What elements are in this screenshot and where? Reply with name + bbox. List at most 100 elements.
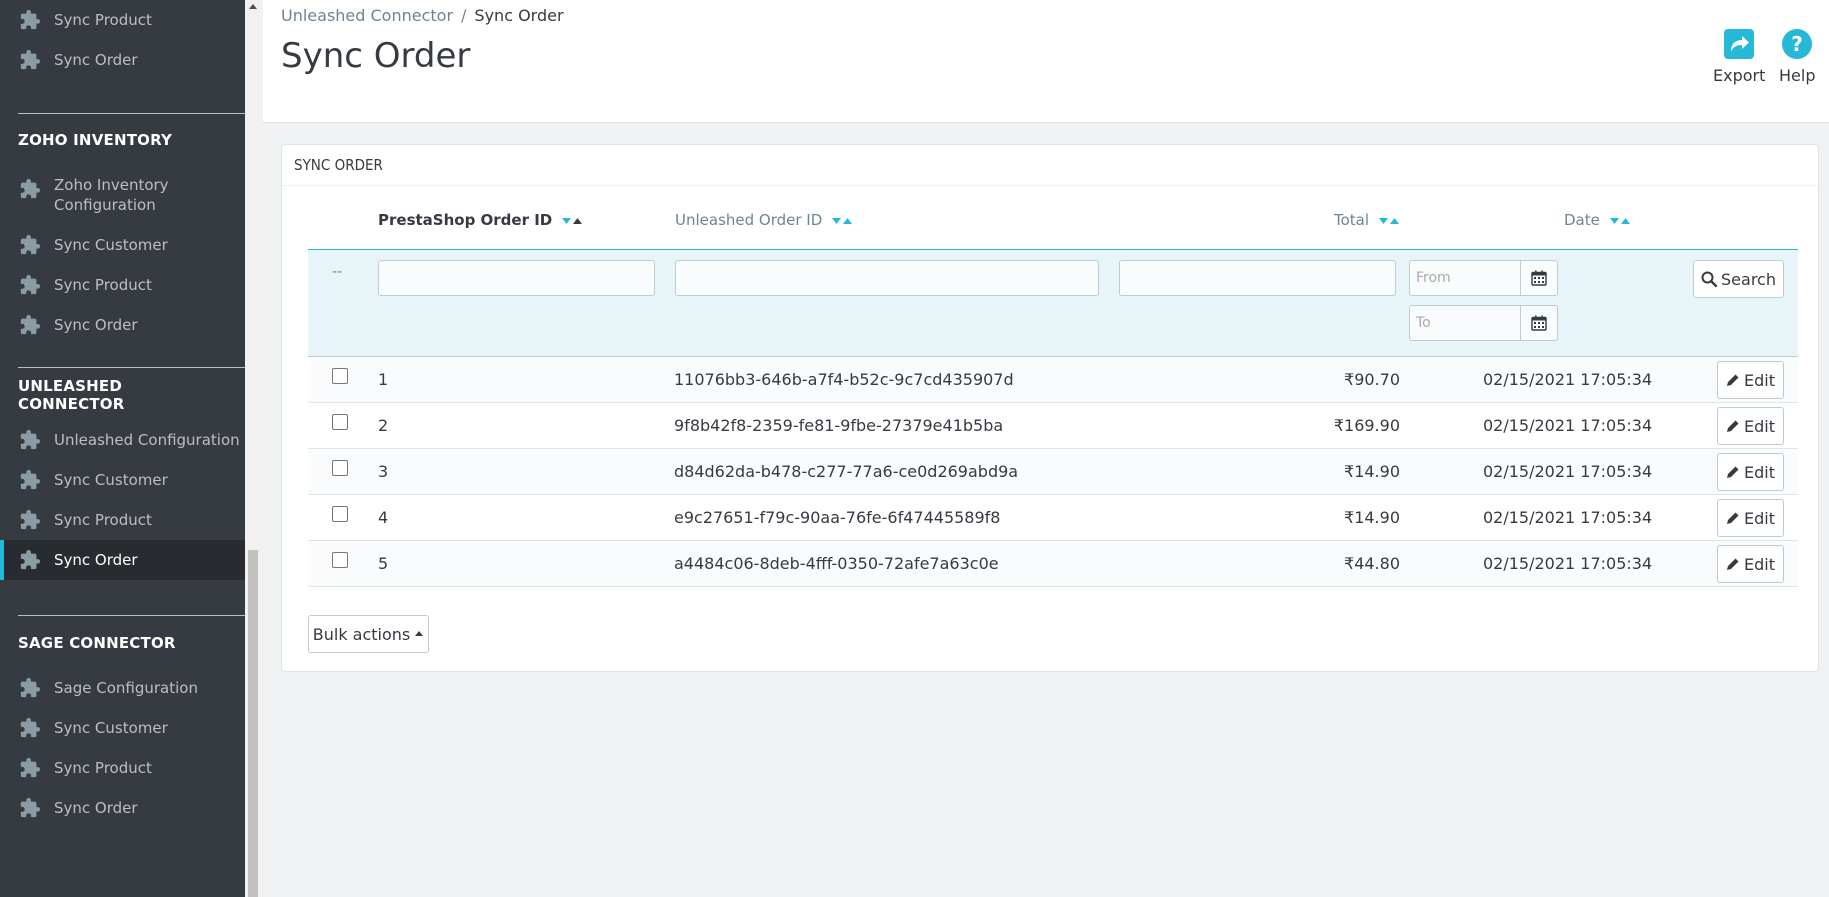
puzzle-icon xyxy=(18,177,42,201)
puzzle-icon xyxy=(18,428,42,452)
sidebar-scrollbar[interactable] xyxy=(245,0,261,897)
sidebar-section-sage: SAGE CONNECTOR xyxy=(18,634,176,652)
filter-placeholder-dash: -- xyxy=(332,264,343,280)
sidebar-item-sync-order-top[interactable]: Sync Order xyxy=(0,40,245,80)
filter-date-from-input[interactable]: From xyxy=(1409,260,1521,296)
sidebar-item-label: Sync Order xyxy=(54,551,138,569)
filter-total-input[interactable] xyxy=(1119,260,1396,296)
edit-button[interactable]: Edit xyxy=(1717,499,1784,537)
panel-heading: SYNC ORDER xyxy=(282,145,1818,186)
breadcrumb-current: Sync Order xyxy=(474,6,564,25)
breadcrumb-parent-link[interactable]: Unleashed Connector xyxy=(281,6,453,25)
svg-text:?: ? xyxy=(1791,32,1803,56)
cell-total: ₹169.90 xyxy=(1333,416,1400,435)
puzzle-icon xyxy=(18,468,42,492)
sidebar-section-zoho: ZOHO INVENTORY xyxy=(18,131,173,149)
column-header-prestashop-id: PrestaShop Order ID xyxy=(378,211,583,230)
cell-prestashop-id: 5 xyxy=(378,554,389,573)
sidebar-item-zoho-sync-product[interactable]: Sync Product xyxy=(0,265,245,305)
sidebar-item-zoho-sync-customer[interactable]: Sync Customer xyxy=(0,225,245,265)
row-checkbox[interactable] xyxy=(332,368,348,384)
filter-row: -- From To Search xyxy=(308,250,1798,357)
puzzle-icon xyxy=(18,796,42,820)
puzzle-icon xyxy=(18,273,42,297)
edit-label: Edit xyxy=(1744,508,1775,528)
sidebar-item-label: Sync Order xyxy=(54,316,138,334)
sort-arrows-icon[interactable] xyxy=(1378,212,1400,230)
puzzle-icon xyxy=(18,8,42,32)
cell-date: 02/15/2021 17:05:34 xyxy=(1483,462,1653,481)
sidebar-item-zoho-configuration[interactable]: Zoho Inventory Configuration xyxy=(0,165,245,225)
edit-button[interactable]: Edit xyxy=(1717,453,1784,491)
sidebar: Sync Product Sync Order ZOHO INVENTORY Z… xyxy=(0,0,245,897)
sidebar-section-unleashed: UNLEASHED CONNECTOR xyxy=(18,377,125,413)
sidebar-item-label: Sync Customer xyxy=(54,471,168,489)
search-label: Search xyxy=(1721,269,1776,289)
row-checkbox[interactable] xyxy=(332,506,348,522)
share-export-icon xyxy=(1724,29,1755,59)
sidebar-item-label: Zoho Inventory Configuration xyxy=(54,176,169,214)
help-button[interactable]: ? Help xyxy=(1779,28,1815,85)
search-icon xyxy=(1701,271,1718,287)
page-header: Unleashed Connector / Sync Order Sync Orde… xyxy=(263,0,1829,123)
cell-unleashed-id: d84d62da-b478-c277-77a6-ce0d269abd9a xyxy=(674,462,1019,481)
orders-table: PrestaShop Order ID Unleashed Order ID T… xyxy=(308,193,1798,667)
puzzle-icon xyxy=(18,508,42,532)
column-label: Total xyxy=(1334,211,1370,229)
edit-button[interactable]: Edit xyxy=(1717,361,1784,399)
sidebar-item-unleashed-sync-product[interactable]: Sync Product xyxy=(0,500,245,540)
bulk-actions-button[interactable]: Bulk actions xyxy=(308,615,429,653)
edit-button[interactable]: Edit xyxy=(1717,407,1784,445)
table-row: 3 d84d62da-b478-c277-77a6-ce0d269abd9a ₹… xyxy=(308,449,1798,495)
sidebar-item-label: Sync Product xyxy=(54,11,152,29)
table-row: 1 11076bb3-646b-a7f4-b52c-9c7cd435907d ₹… xyxy=(308,357,1798,403)
pencil-icon xyxy=(1727,512,1739,524)
export-button[interactable]: Export xyxy=(1713,28,1765,85)
cell-prestashop-id: 4 xyxy=(378,508,389,527)
sidebar-item-sage-sync-order[interactable]: Sync Order xyxy=(0,788,245,828)
sidebar-item-sage-configuration[interactable]: Sage Configuration xyxy=(0,668,245,708)
calendar-to-button[interactable] xyxy=(1520,305,1558,341)
table-header-row: PrestaShop Order ID Unleashed Order ID T… xyxy=(308,193,1798,250)
puzzle-icon xyxy=(18,716,42,740)
row-checkbox[interactable] xyxy=(332,552,348,568)
puzzle-icon xyxy=(18,313,42,337)
sidebar-item-sage-sync-product[interactable]: Sync Product xyxy=(0,748,245,788)
sidebar-item-sync-product-top[interactable]: Sync Product xyxy=(0,0,245,40)
cell-total: ₹14.90 xyxy=(1344,462,1400,481)
cell-unleashed-id: e9c27651-f79c-90aa-76fe-6f47445589f8 xyxy=(674,508,1001,527)
sidebar-item-unleashed-configuration[interactable]: Unleashed Configuration xyxy=(0,420,245,460)
sidebar-item-sage-sync-customer[interactable]: Sync Customer xyxy=(0,708,245,748)
cell-unleashed-id: a4484c06-8deb-4fff-0350-72afe7a63c0e xyxy=(674,554,999,573)
column-label: Unleashed Order ID xyxy=(675,211,823,229)
scrollbar-thumb[interactable] xyxy=(248,550,258,897)
breadcrumb-separator: / xyxy=(461,6,467,25)
edit-label: Edit xyxy=(1744,554,1775,574)
search-button[interactable]: Search xyxy=(1693,260,1784,298)
cell-date: 02/15/2021 17:05:34 xyxy=(1483,416,1653,435)
sidebar-item-unleashed-sync-order[interactable]: Sync Order xyxy=(0,540,245,580)
row-checkbox[interactable] xyxy=(332,460,348,476)
sort-arrows-icon[interactable] xyxy=(561,212,583,230)
cell-prestashop-id: 3 xyxy=(378,462,389,481)
table-row: 2 9f8b42f8-2359-fe81-9fbe-27379e41b5ba ₹… xyxy=(308,403,1798,449)
sidebar-item-label: Sync Product xyxy=(54,759,152,777)
row-checkbox[interactable] xyxy=(332,414,348,430)
sort-arrows-icon[interactable] xyxy=(1609,212,1631,230)
filter-prestashop-id-input[interactable] xyxy=(378,260,655,296)
cell-date: 02/15/2021 17:05:34 xyxy=(1483,370,1653,389)
table-footer: Bulk actions xyxy=(308,587,1798,667)
sort-arrows-icon[interactable] xyxy=(831,212,853,230)
puzzle-icon xyxy=(18,548,42,572)
scroll-up-arrow-icon[interactable] xyxy=(249,4,257,9)
sidebar-item-label: Unleashed Configuration xyxy=(54,431,240,449)
sidebar-item-unleashed-sync-customer[interactable]: Sync Customer xyxy=(0,460,245,500)
calendar-icon xyxy=(1531,270,1547,286)
edit-button[interactable]: Edit xyxy=(1717,545,1784,583)
sidebar-item-zoho-sync-order[interactable]: Sync Order xyxy=(0,305,245,345)
sync-order-panel: SYNC ORDER PrestaShop Order ID Unleashed… xyxy=(281,144,1819,672)
filter-unleashed-id-input[interactable] xyxy=(675,260,1099,296)
calendar-from-button[interactable] xyxy=(1520,260,1558,296)
cell-date: 02/15/2021 17:05:34 xyxy=(1483,554,1653,573)
filter-date-to-input[interactable]: To xyxy=(1409,305,1521,341)
